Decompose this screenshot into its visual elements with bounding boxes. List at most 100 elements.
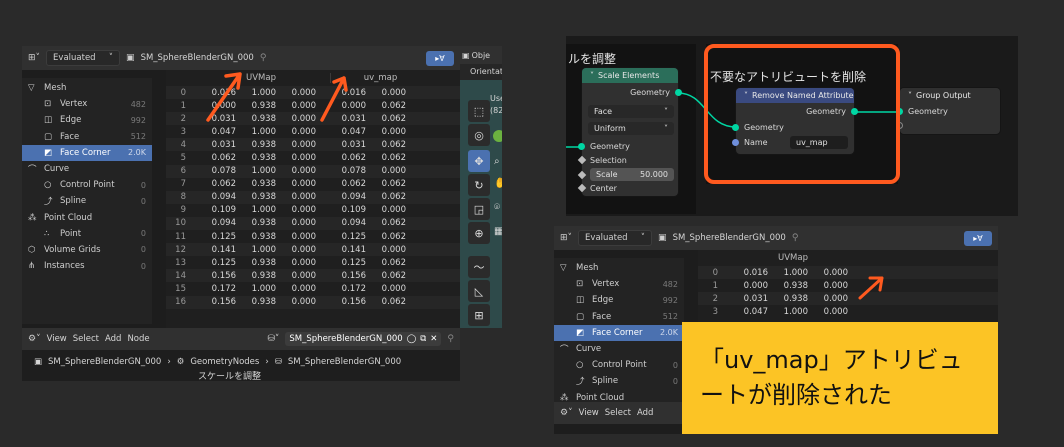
node-tree-field[interactable]: SM_SphereBlenderGN_000 ◯ ⧉ ✕ bbox=[285, 332, 442, 346]
tree-item-spline[interactable]: ⤴ Spline 0 bbox=[554, 373, 684, 389]
scale-geometry-input-socket[interactable] bbox=[578, 143, 585, 150]
zoom-icon[interactable]: ⌕ bbox=[494, 156, 500, 167]
rotate-tool-icon[interactable]: ↻ bbox=[468, 174, 490, 196]
add-cube-tool-icon[interactable]: ⊞ bbox=[468, 304, 490, 326]
tree-item-edge[interactable]: ◫ Edge 992 bbox=[554, 292, 684, 308]
collapse-icon[interactable]: ˅ bbox=[908, 91, 912, 100]
column-header-uv-map[interactable]: uv_map bbox=[330, 73, 430, 83]
gizmo-y-axis[interactable] bbox=[493, 130, 502, 142]
table-row[interactable]: 12 0.141 1.000 0.000 0.141 0.000 bbox=[166, 243, 460, 257]
table-row[interactable]: 0 0.016 1.000 0.000 0.016 0.000 bbox=[166, 86, 460, 100]
name-field[interactable]: uv_map bbox=[790, 136, 848, 149]
group-output-node[interactable]: ˅ Group Output Geometry bbox=[896, 88, 1000, 134]
table-row[interactable]: 15 0.172 1.000 0.000 0.172 0.000 bbox=[166, 282, 460, 295]
pin-icon[interactable]: ⚲ bbox=[447, 334, 454, 344]
remove-geometry-output-socket[interactable] bbox=[851, 108, 858, 115]
table-row[interactable]: 2 0.031 0.938 0.000 0.031 0.062 bbox=[166, 112, 460, 126]
tree-item-vertex[interactable]: ⊡ Vertex 482 bbox=[22, 96, 152, 112]
remove-named-attribute-node[interactable]: ˅ Remove Named Attribute Geometry Geometr… bbox=[732, 88, 858, 154]
table-row[interactable]: 5 0.062 0.938 0.000 0.062 0.062 bbox=[166, 151, 460, 164]
camera-icon[interactable]: ⌾ bbox=[494, 202, 500, 213]
group-output-geometry-socket[interactable] bbox=[896, 108, 903, 115]
table-row[interactable]: 1 0.000 0.938 0.000 0.000 0.062 bbox=[166, 99, 460, 112]
tree-item-instances[interactable]: ⋔ Instances 0 bbox=[22, 258, 152, 274]
menu-select[interactable]: Select bbox=[73, 334, 99, 344]
table-row[interactable]: 11 0.125 0.938 0.000 0.125 0.062 bbox=[166, 230, 460, 243]
breadcrumb-modifier[interactable]: GeometryNodes bbox=[190, 357, 259, 367]
editor-type-icon[interactable]: ⊞˅ bbox=[560, 233, 572, 243]
table-row[interactable]: 2 0.031 0.938 0.000 bbox=[698, 292, 998, 306]
menu-view[interactable]: View bbox=[579, 408, 599, 418]
filter-toggle[interactable]: ▸ ∀ bbox=[426, 50, 454, 66]
scale-elements-header[interactable]: ˅ Scale Elements bbox=[582, 68, 678, 83]
breadcrumb-tree[interactable]: SM_SphereBlenderGN_000 bbox=[288, 357, 401, 367]
tree-item-face[interactable]: ▢ Face 512 bbox=[554, 309, 684, 325]
table-row[interactable]: 1 0.000 0.938 0.000 bbox=[698, 279, 998, 292]
group-output-header[interactable]: ˅ Group Output bbox=[900, 88, 1000, 103]
tree-item-control-point[interactable]: ○ Control Point 0 bbox=[22, 177, 152, 193]
table-row[interactable]: 6 0.078 1.000 0.000 0.078 0.000 bbox=[166, 164, 460, 178]
evaluated-dropdown[interactable]: Evaluated ˅ bbox=[578, 230, 653, 246]
table-row[interactable]: 4 0.031 0.938 0.000 0.031 0.062 bbox=[166, 138, 460, 152]
scale-field[interactable]: Scale 50.000 bbox=[590, 168, 674, 181]
group-output-empty-socket[interactable] bbox=[896, 122, 903, 129]
tree-item-edge[interactable]: ◫ Edge 992 bbox=[22, 112, 152, 128]
scale-elements-node[interactable]: ˅ Scale Elements Geometry Face ˅ Uniform ˅ … bbox=[577, 68, 682, 196]
measure-tool-icon[interactable]: ◺ bbox=[468, 280, 490, 302]
tree-item-face-corner[interactable]: ◩ Face Corner 2.0K bbox=[554, 324, 684, 341]
tree-item-spline[interactable]: ⤴ Spline 0 bbox=[22, 193, 152, 209]
close-icon[interactable]: ✕ bbox=[430, 334, 437, 344]
remove-named-attribute-header[interactable]: ˅ Remove Named Attribute bbox=[736, 88, 854, 103]
evaluated-dropdown[interactable]: Evaluated ˅ bbox=[46, 50, 121, 66]
table-row[interactable]: 9 0.109 1.000 0.000 0.109 0.000 bbox=[166, 204, 460, 217]
tree-item-control-point[interactable]: ○ Control Point 0 bbox=[554, 357, 684, 373]
tree-item-face[interactable]: ▢ Face 512 bbox=[22, 129, 152, 145]
orientation-bar[interactable]: Orientatio bbox=[460, 64, 502, 80]
hand-icon[interactable]: ✋ bbox=[494, 178, 502, 189]
table-row[interactable]: 8 0.094 0.938 0.000 0.094 0.062 bbox=[166, 190, 460, 204]
tree-item-mesh[interactable]: ▽ Mesh bbox=[22, 80, 152, 96]
duplicate-icon[interactable]: ⧉ bbox=[420, 334, 426, 344]
viewport-area[interactable]: ▣Obje Orientatio User (82) ⬚ ◎ ✥ ↻ ◲ ⊕ 〜… bbox=[460, 46, 502, 328]
collapse-icon[interactable]: ˅ bbox=[590, 71, 594, 80]
tree-item-curve[interactable]: ⌒ Curve bbox=[22, 161, 152, 177]
scale-tool-icon[interactable]: ◲ bbox=[468, 198, 490, 220]
annotate-tool-icon[interactable]: 〜 bbox=[468, 256, 490, 278]
table-row[interactable]: 3 0.047 1.000 0.000 bbox=[698, 305, 998, 318]
breadcrumb-object[interactable]: SM_SphereBlenderGN_000 bbox=[48, 357, 161, 367]
node-editor-type-icon[interactable]: ⚙˅ bbox=[560, 408, 573, 418]
table-row[interactable]: 13 0.125 0.938 0.000 0.125 0.062 bbox=[166, 256, 460, 269]
name-input-socket[interactable] bbox=[732, 139, 739, 146]
column-header-uvmap[interactable]: UVMap bbox=[192, 73, 330, 83]
editor-type-icon[interactable]: ⊞˅ bbox=[28, 53, 40, 63]
tree-item-volume-grids[interactable]: ⬡ Volume Grids 0 bbox=[22, 242, 152, 258]
pin-icon[interactable]: ⚲ bbox=[260, 53, 267, 63]
viewport-menu[interactable]: Obje bbox=[472, 51, 491, 60]
menu-add[interactable]: Add bbox=[637, 408, 653, 418]
transform-tool-icon[interactable]: ⊕ bbox=[468, 222, 490, 244]
filter-toggle[interactable]: ▸ ∀ bbox=[964, 230, 992, 246]
grid-icon[interactable]: ▦ bbox=[494, 226, 502, 237]
table-row[interactable]: 14 0.156 0.938 0.000 0.156 0.062 bbox=[166, 269, 460, 283]
table-row[interactable]: 3 0.047 1.000 0.000 0.047 0.000 bbox=[166, 125, 460, 138]
column-header-uvmap[interactable]: UVMap bbox=[724, 253, 862, 263]
tree-item-point-cloud[interactable]: ⁂ Point Cloud bbox=[22, 210, 152, 226]
table-row[interactable]: 0 0.016 1.000 0.000 bbox=[698, 266, 998, 280]
move-tool-icon[interactable]: ✥ bbox=[468, 150, 490, 172]
cursor-tool-icon[interactable]: ◎ bbox=[468, 124, 490, 146]
node-editor-type-icon[interactable]: ⚙˅ bbox=[28, 334, 41, 344]
fake-user-icon[interactable]: ◯ bbox=[407, 334, 417, 344]
menu-add[interactable]: Add bbox=[105, 334, 121, 344]
mode-dropdown[interactable]: Uniform ˅ bbox=[588, 122, 674, 135]
tree-item-mesh[interactable]: ▽ Mesh bbox=[554, 260, 684, 276]
tree-item-point[interactable]: ∴ Point 0 bbox=[22, 226, 152, 242]
scale-geometry-output-socket[interactable] bbox=[675, 89, 682, 96]
menu-select[interactable]: Select bbox=[605, 408, 631, 418]
collapse-icon[interactable]: ˅ bbox=[744, 91, 748, 100]
tree-item-face-corner[interactable]: ◩ Face Corner 2.0K bbox=[22, 144, 152, 161]
table-row[interactable]: 10 0.094 0.938 0.000 0.094 0.062 bbox=[166, 216, 460, 231]
tree-item-curve[interactable]: ⌒ Curve bbox=[554, 341, 684, 357]
table-row[interactable]: 7 0.062 0.938 0.000 0.062 0.062 bbox=[166, 178, 460, 191]
tree-item-vertex[interactable]: ⊡ Vertex 482 bbox=[554, 276, 684, 292]
pin-icon[interactable]: ⚲ bbox=[792, 233, 799, 243]
